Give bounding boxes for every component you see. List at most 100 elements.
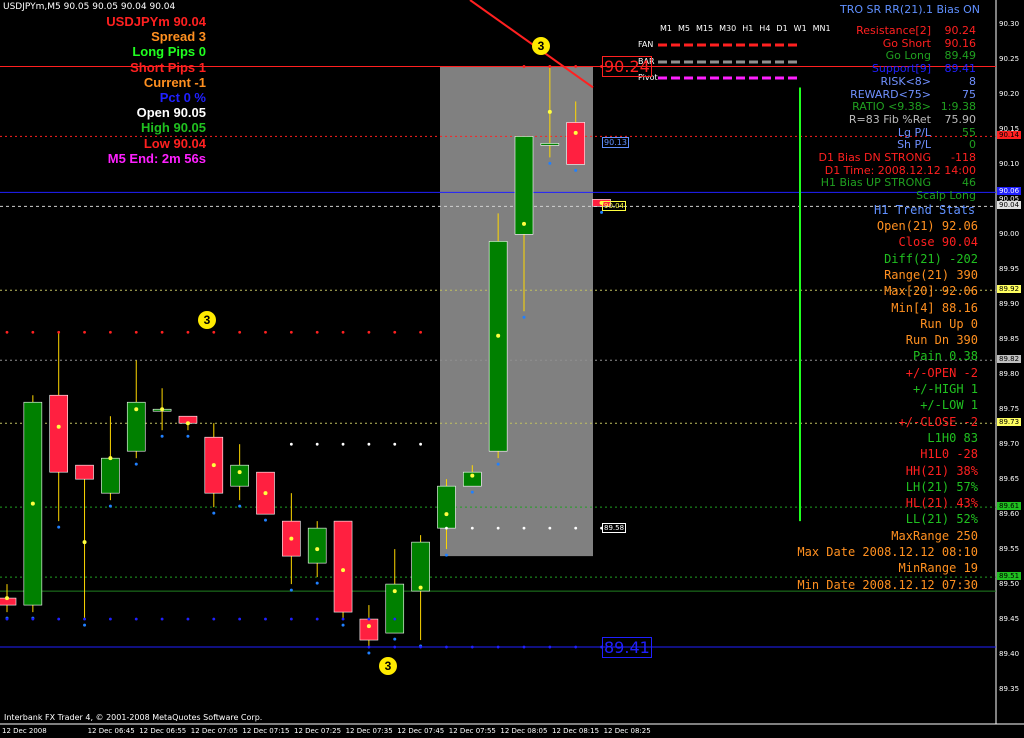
price-tag: 90.06 (997, 187, 1022, 196)
level-dot (289, 330, 293, 334)
timeframe-label[interactable]: M5 (678, 24, 690, 33)
h1-stats-row: Run Up 0 (920, 316, 978, 331)
time-axis-label: 12 Dec 07:55 (448, 727, 496, 735)
trade-panel-key: REWARD<75> (850, 87, 931, 101)
price-box-label: 89.41 (602, 637, 652, 659)
candle-low-dot (264, 518, 267, 522)
price-axis-label: 89.75 (999, 405, 1020, 414)
left-panel-line: USDJPYm 90.04 (106, 14, 206, 29)
trade-panel-key: Go Short (882, 36, 931, 50)
level-dot (83, 330, 86, 334)
time-axis-label: 12 Dec 08:15 (552, 727, 600, 735)
h1-stats-row: Range(21) 390 (884, 267, 978, 282)
left-panel-line: Spread 3 (151, 29, 206, 45)
timeframe-label[interactable]: H4 (759, 24, 770, 33)
candle-low-dot (548, 161, 552, 165)
level-dot (393, 645, 397, 649)
level-dot (315, 330, 319, 334)
trade-panel-row: Go Short 90.16 (800, 36, 977, 50)
level-dot (419, 442, 422, 446)
candle-body (540, 143, 560, 146)
trade-panel-key: Sh P/L (897, 138, 931, 152)
candle-low-dot (108, 504, 112, 508)
left-panel-line: Open 90.05 (136, 105, 206, 121)
trade-panel-key: Lg P/L (897, 125, 931, 139)
trade-panel-row: Go Long 89.49 (800, 49, 976, 62)
trade-panel-row: RATIO <9.38> 1:9.38 (800, 100, 976, 114)
level-dot (367, 330, 371, 334)
trade-panel-row: R=83 Fib %Ret 75.90 (800, 112, 977, 126)
level-dot (134, 330, 138, 334)
level-dot (186, 330, 190, 334)
candle-mid-dot (108, 456, 113, 461)
time-axis-label: 12 Dec 06:55 (139, 727, 187, 735)
trade-panel-value: 75.90 (944, 112, 977, 126)
candle-mid-dot (56, 424, 61, 429)
time-axis-label: 12 Dec 2008 (2, 727, 47, 735)
price-tag: 89.73 (997, 418, 1022, 427)
price-box-label: 90.24 (602, 56, 652, 78)
price-axis-label: 90.20 (999, 90, 1020, 99)
trade-panel-key: Resistance[2] (856, 24, 931, 37)
h1-stats-row: Close 90.04 (898, 235, 978, 250)
candle-mid-dot (522, 221, 526, 226)
price-axis-label: 89.70 (999, 440, 1020, 449)
trade-panel-key: D1 Bias DN STRONG (818, 151, 932, 164)
trade-panel-value: 90.24 (944, 24, 977, 37)
level-dot (496, 645, 500, 649)
candle-body (75, 464, 94, 480)
candle-mid-dot (547, 109, 552, 114)
time-axis-label: 12 Dec 07:45 (397, 727, 445, 735)
trade-panel-value: 90.16 (944, 36, 977, 50)
level-dot (470, 526, 474, 530)
trade-panel-value: 1:9.38 (940, 100, 976, 114)
level-dot (186, 617, 190, 621)
candle-low-dot (238, 504, 242, 508)
trade-panel-value: 46 (962, 176, 976, 190)
candle-mid-dot (315, 547, 320, 552)
level-dot (238, 617, 242, 621)
level-dot (548, 526, 552, 530)
candle-body (49, 394, 69, 473)
level-dot (31, 330, 35, 334)
candle-mid-dot (341, 568, 346, 573)
level-dot (134, 617, 138, 621)
price-axis-label: 89.90 (999, 300, 1020, 309)
timeframe-label[interactable]: D1 (776, 24, 787, 33)
time-axis-label: 12 Dec 06:45 (87, 727, 135, 735)
candle-body (437, 485, 456, 529)
timeframe-label[interactable]: H1 (742, 24, 753, 33)
trade-panel-key: Support[9] (871, 62, 931, 76)
price-axis-label: 89.60 (999, 510, 1020, 519)
trade-panel-row: REWARD<75> 75 (800, 87, 976, 101)
price-tag: 90.14 (997, 131, 1022, 140)
h1-stats-row: Run Dn 390 (905, 333, 978, 348)
wave-count-marker: 3 (198, 311, 216, 329)
timeframe-label[interactable]: M15 (696, 24, 713, 33)
trade-panel-row: H1 Bias UP STRONG 46 (800, 176, 976, 190)
timeframe-label[interactable]: M1 (660, 24, 672, 33)
candle-low-dot (186, 434, 190, 438)
left-panel-line: M5 End: 2m 56s (107, 150, 206, 166)
time-axis-label: 12 Dec 07:35 (345, 727, 393, 735)
level-dot (445, 526, 448, 530)
price-box-label: 90.13 (602, 137, 629, 149)
price-tag: 89.82 (997, 355, 1022, 364)
h1-stats-row: +/-LOW 1 (920, 398, 978, 413)
candle-body (514, 136, 534, 235)
left-panel-line: Pct 0 % (159, 90, 206, 105)
candle-mid-dot (30, 501, 35, 506)
price-axis-label: 89.55 (999, 545, 1020, 554)
candle-low-dot (341, 623, 345, 627)
trade-panel-value: 55 (962, 125, 976, 139)
timeframe-label[interactable]: M30 (719, 24, 736, 33)
wave-count-marker: 3 (379, 657, 397, 675)
trade-panel-row: D1 Time: 2008.12.12 14:00 (800, 164, 976, 177)
trade-panel-row: Lg P/L 55 (800, 125, 976, 139)
candle-low-dot (600, 210, 604, 214)
h1-stats-row: LL(21) 52% (905, 512, 978, 527)
left-panel-line: Long Pips 0 (132, 44, 206, 60)
price-tag: 89.51 (997, 572, 1022, 581)
level-dot (445, 645, 448, 649)
candle-body (307, 527, 327, 564)
